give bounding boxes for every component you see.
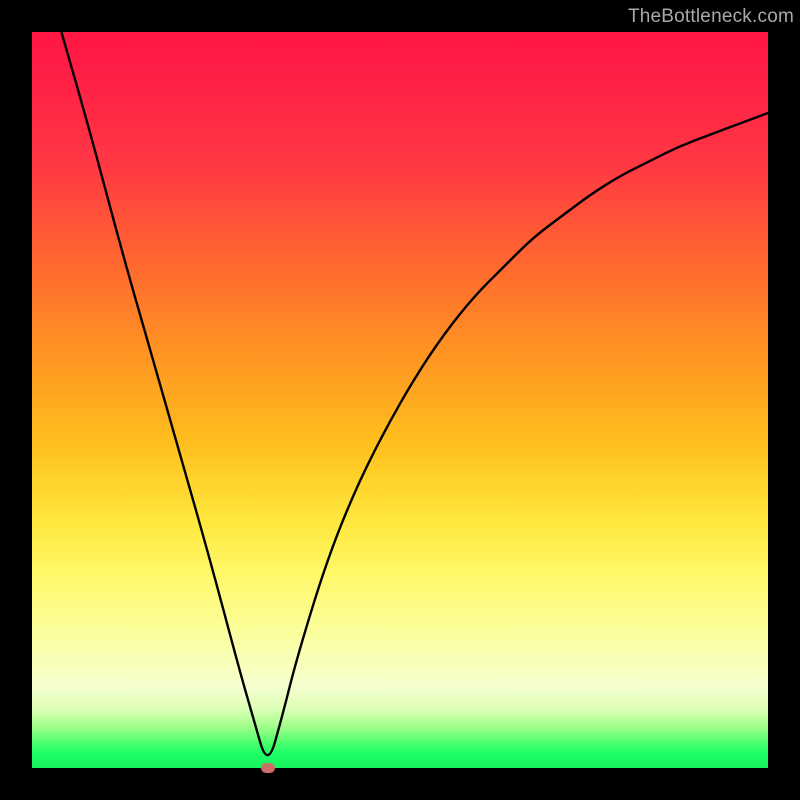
minimum-marker	[261, 763, 275, 773]
plot-area	[32, 32, 768, 768]
chart-frame: TheBottleneck.com	[0, 0, 800, 800]
watermark-label: TheBottleneck.com	[628, 6, 794, 28]
bottleneck-curve	[32, 32, 768, 768]
